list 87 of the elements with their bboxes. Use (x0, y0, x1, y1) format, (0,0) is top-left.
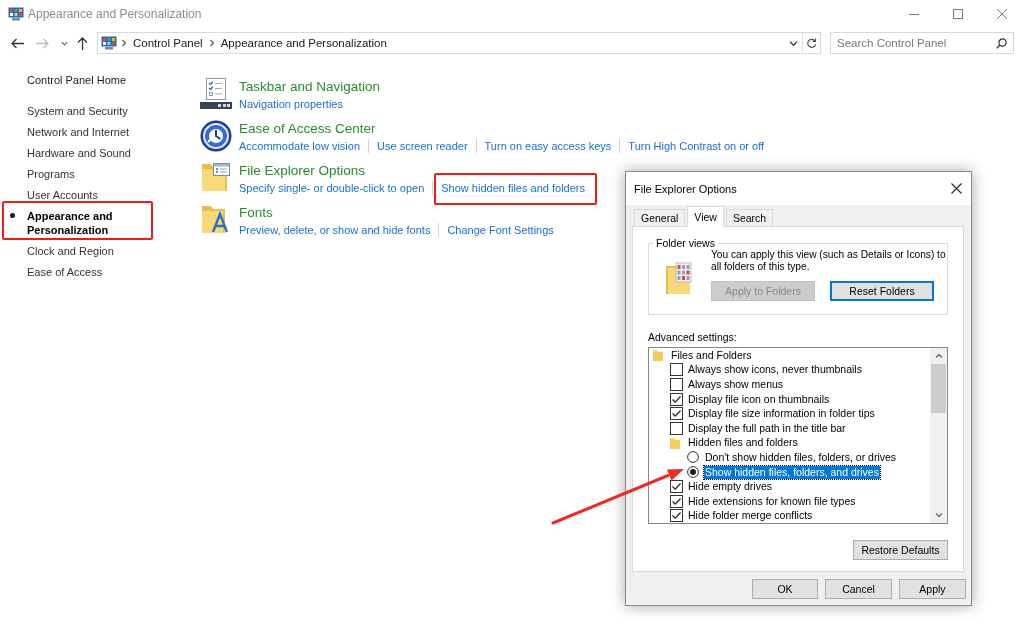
tree-folder-label[interactable]: Files and Folders (670, 348, 753, 362)
task-link[interactable]: Navigation properties (239, 96, 343, 112)
address-bar[interactable]: Control Panel Appearance and Personalization (97, 32, 821, 54)
dialog-button[interactable]: Apply (899, 579, 966, 599)
category-title-link[interactable]: File Explorer Options (239, 162, 366, 180)
chevron-right-icon (121, 39, 127, 47)
refresh-icon (806, 37, 817, 49)
tab[interactable]: View (687, 206, 724, 227)
sidebar-link[interactable]: Hardware and Sound (27, 142, 131, 163)
bullet-icon (10, 213, 15, 218)
sidebar-link[interactable]: Control Panel Home (27, 73, 127, 87)
option-label[interactable]: Display file size information in folder tips (687, 407, 876, 421)
control-panel-icon (8, 7, 24, 21)
up-arrow-icon (76, 36, 88, 50)
maximize-icon (953, 9, 963, 19)
chevron-down-icon (789, 38, 798, 48)
chevron-down-icon (934, 511, 943, 519)
section-label: Advanced settings: (648, 331, 738, 344)
sidebar-link[interactable]: Ease of Access (27, 261, 103, 282)
radio-button[interactable] (687, 466, 699, 479)
sidebar-link[interactable]: Programs (27, 163, 75, 184)
dialog-button[interactable]: OK (752, 579, 818, 599)
folder-icon (670, 436, 680, 449)
group-label: Folder views (655, 237, 716, 249)
checkbox[interactable] (670, 363, 683, 377)
checkbox[interactable] (670, 407, 683, 421)
checkbox[interactable] (670, 421, 683, 435)
task-link[interactable]: Accommodate low vision (239, 138, 361, 154)
folder-icon (653, 349, 663, 362)
search-field[interactable]: Search Control Panel (830, 32, 1014, 54)
tab[interactable]: General (634, 209, 686, 227)
tree-folder-label[interactable]: Hidden files and folders (687, 436, 799, 450)
option-label[interactable]: Display file icon on thumbnails (687, 392, 831, 406)
control-panel-icon (101, 36, 117, 50)
category-title-link[interactable]: Ease of Access Center (239, 120, 376, 138)
dialog-button[interactable]: Reset Folders (830, 281, 934, 301)
sidebar-link[interactable]: Clock and Region (27, 240, 114, 261)
task-link[interactable]: Change Font Settings (447, 222, 554, 238)
scrollbar-thumb[interactable] (931, 364, 946, 413)
option-label[interactable]: Don't show hidden files, folders, or drives (704, 450, 898, 464)
checkbox[interactable] (670, 392, 683, 406)
breadcrumb-link[interactable]: Control Panel (131, 37, 205, 49)
forward-arrow-icon (35, 37, 49, 49)
breadcrumb-link[interactable]: Appearance and Personalization (218, 37, 389, 49)
option-label[interactable]: Always show icons, never thumbnails (687, 363, 863, 377)
dialog-button[interactable]: Cancel (825, 579, 892, 599)
chevron-down-icon (60, 39, 68, 47)
option-label[interactable]: Hide folder merge conflicts (687, 509, 814, 523)
chevron-right-icon (208, 39, 215, 47)
radio-button[interactable] (687, 451, 699, 464)
category-title-link[interactable]: Taskbar and Navigation (239, 78, 381, 96)
checkbox[interactable] (670, 480, 683, 494)
task-link[interactable]: Specify single- or double-click to open (239, 180, 425, 196)
taskbar-checklist-icon (199, 78, 232, 109)
window-title: Appearance and Personalization (28, 7, 202, 21)
checkbox[interactable] (670, 378, 683, 391)
description-text: You can apply this view (such as Details or Icons) to all folders of this type. (711, 249, 947, 273)
option-label[interactable]: Show hidden files, folders, and drives (704, 465, 880, 479)
search-icon (996, 37, 1007, 49)
restore-defaults-button[interactable]: Restore Defaults (853, 540, 948, 560)
dialog-title: File Explorer Options (634, 182, 737, 195)
option-label[interactable]: Always show menus (687, 378, 785, 391)
chevron-up-icon (934, 352, 943, 360)
sidebar-link[interactable]: Network and Internet (27, 121, 130, 142)
accessibility-icon (199, 120, 232, 152)
close-icon (950, 183, 962, 194)
task-link[interactable]: Preview, delete, or show and hide fonts (239, 222, 431, 238)
back-arrow-icon (10, 37, 24, 49)
option-label[interactable]: Display the full path in the title bar (687, 421, 847, 435)
task-link[interactable]: Turn on easy access keys (484, 138, 612, 154)
checkbox[interactable] (670, 494, 683, 508)
sidebar-link[interactable]: User Accounts (27, 184, 98, 205)
fonts-folder-icon (200, 204, 231, 234)
sidebar-link[interactable]: System and Security (27, 100, 128, 121)
option-label[interactable]: Hide extensions for known file types (687, 494, 857, 508)
checkbox[interactable] (670, 509, 683, 523)
task-link[interactable]: Turn High Contrast on or off (628, 138, 765, 154)
task-link[interactable]: Use screen reader (377, 138, 468, 154)
tab[interactable]: Search (725, 209, 774, 227)
minimize-icon (909, 13, 919, 15)
folder-grid-icon (666, 262, 692, 294)
category-title-link[interactable]: Fonts (239, 204, 273, 222)
option-label[interactable]: Hide empty drives (687, 480, 774, 494)
task-link[interactable]: Show hidden files and folders (441, 180, 585, 196)
folder-options-icon (200, 162, 231, 192)
close-icon (997, 9, 1007, 19)
sidebar-link[interactable]: Appearance and Personalization (27, 205, 145, 240)
